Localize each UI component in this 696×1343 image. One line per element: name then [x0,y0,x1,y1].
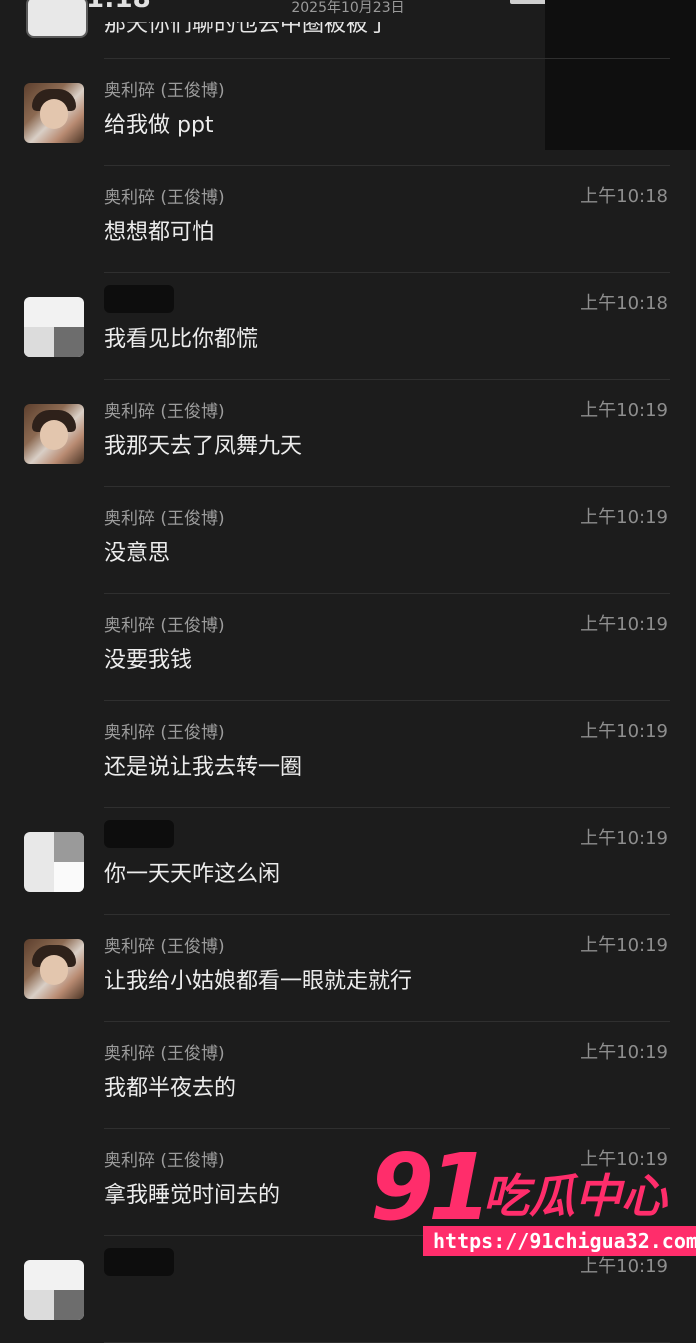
sender-name: 奥利碎 (王俊博) [104,1044,225,1064]
message-text: 没要我钱 [104,648,193,673]
message-time: 上午10:18 [580,293,668,314]
message-row[interactable]: 上午10:18 我看见比你都慌 [0,273,696,380]
avatar[interactable] [24,404,84,464]
avatar[interactable] [24,939,84,999]
message-text: 还是说让我去转一圈 [104,755,303,780]
message-text: 拿我睡觉时间去的 [104,1183,281,1208]
sender-name: 奥利碎 (王俊博) [104,616,225,636]
message-time: 上午10:19 [580,400,668,421]
sender-name: 奥利碎 (王俊博) [104,81,225,101]
message-row[interactable]: 奥利碎 (王俊博) 上午10:18 想想都可怕 [0,166,696,273]
message-text: 让我给小姑娘都看一眼就走就行 [104,969,413,994]
message-time: 上午10:19 [580,614,668,635]
message-row[interactable]: 奥利碎 (王俊博) 上午10:19 没要我钱 [0,594,696,701]
message-row[interactable]: 奥利碎 (王俊博) 上午10:19 还是说让我去转一圈 [0,701,696,808]
message-time: 上午10:19 [580,1042,668,1063]
message-time: 上午10:19 [580,828,668,849]
message-row[interactable]: 上午10:19 你一天天咋这么闲 [0,808,696,915]
message-row[interactable]: 奥利碎 (王俊博) 上午10:19 让我给小姑娘都看一眼就走就行 [0,915,696,1022]
message-text: 我那天去了凤舞九天 [104,434,303,459]
message-time: 上午10:18 [580,186,668,207]
sender-name: 奥利碎 (王俊博) [104,402,225,422]
message-text: 想想都可怕 [104,220,215,245]
avatar[interactable] [26,0,88,38]
sender-name: 奥利碎 (王俊博) [104,723,225,743]
message-text: 你一天天咋这么闲 [104,862,281,887]
sender-name: 奥利碎 (王俊博) [104,188,225,208]
message-row[interactable]: 奥利碎 (王俊博) 给我做 ppt [0,59,696,166]
sender-name: 奥利碎 (王俊博) [104,509,225,529]
signal-icon [510,0,550,4]
sender-name-redacted [104,285,174,313]
avatar[interactable] [24,297,84,357]
watermark: 91 吃瓜中心 https://91chigua32.com [365,1134,696,1268]
message-time: 上午10:19 [580,935,668,956]
message-text: 没意思 [104,541,171,566]
sender-name: 奥利碎 (王俊博) [104,937,225,957]
message-time: 上午10:19 [580,507,668,528]
watermark-url: https://91chigua32.com [423,1226,696,1256]
message-time: 上午10:19 [580,721,668,742]
watermark-name: 吃瓜中心 [483,1169,667,1223]
message-row[interactable]: 奥利碎 (王俊博) 上午10:19 没意思 [0,487,696,594]
message-text: 我都半夜去的 [104,1076,237,1101]
sender-name: 奥利碎 (王俊博) [104,1151,225,1171]
message-row[interactable]: 奥利碎 (王俊博) 上午10:19 我那天去了凤舞九天 [0,380,696,487]
avatar[interactable] [24,83,84,143]
message-text: 给我做 ppt [104,113,214,138]
sender-name-redacted [104,1248,174,1276]
message-row[interactable]: 奥利碎 (王俊博) 上午10:19 我都半夜去的 [0,1022,696,1129]
message-text: 我看见比你都慌 [104,327,259,352]
watermark-number: 91 [370,1134,492,1241]
avatar[interactable] [24,1260,84,1320]
avatar[interactable] [24,832,84,892]
sender-name-redacted [104,820,174,848]
